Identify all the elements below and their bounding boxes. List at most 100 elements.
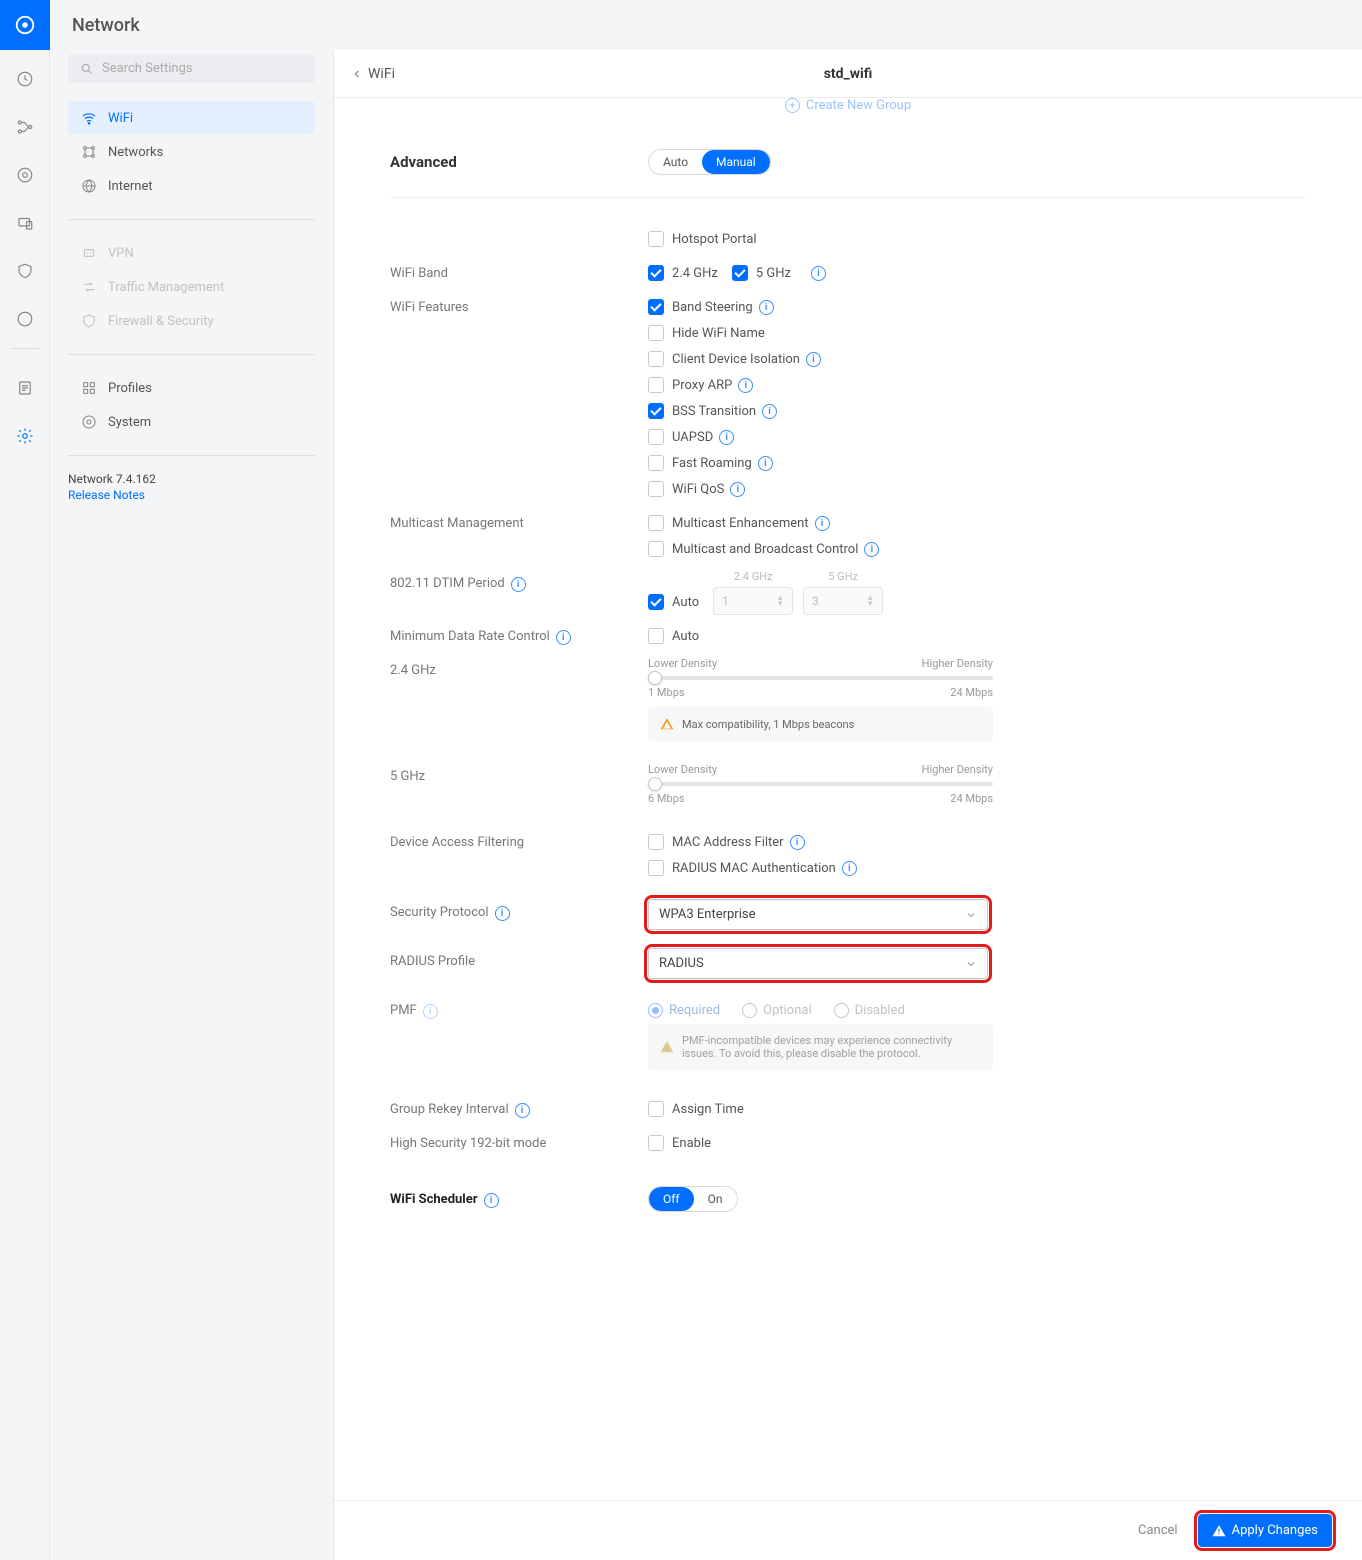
unifi-logo[interactable] <box>0 0 50 50</box>
chk-label: Hide WiFi Name <box>672 326 765 341</box>
info-icon[interactable]: i <box>515 1103 530 1118</box>
rail-settings-icon[interactable] <box>0 417 50 455</box>
info-icon[interactable]: i <box>790 835 805 850</box>
chk-feature-5[interactable]: UAPSDi <box>648 424 1306 450</box>
chk-daf-1[interactable]: RADIUS MAC Authenticationi <box>648 855 1306 881</box>
release-notes-link[interactable]: Release Notes <box>68 488 315 502</box>
row-sec-proto: Security Protocoli <box>390 899 648 921</box>
info-icon[interactable]: i <box>842 861 857 876</box>
apply-changes-button[interactable]: Apply Changes <box>1198 1514 1332 1547</box>
chevron-left-icon <box>352 69 362 79</box>
chk-label: Multicast and Broadcast Control <box>672 542 858 557</box>
info-icon[interactable]: i <box>738 378 753 393</box>
sidebar-item-internet[interactable]: Internet <box>68 169 315 203</box>
sidebar-item-label: Networks <box>108 145 163 160</box>
warning-icon <box>1212 1524 1226 1538</box>
settings-sidebar: Search Settings WiFi Networks Internet V… <box>50 50 333 1560</box>
rail-insights-icon[interactable] <box>0 300 50 338</box>
sidebar-item-firewall: Firewall & Security <box>68 304 315 338</box>
page-title: Network <box>50 0 1362 50</box>
chk-feature-7[interactable]: WiFi QoS i <box>648 476 1306 502</box>
dtim-24-input: 1▲▼ <box>713 587 793 615</box>
chk-daf-0[interactable]: MAC Address Filteri <box>648 829 1306 855</box>
dtim-hdr: 5 GHz <box>803 570 883 583</box>
slider-min: 6 Mbps <box>648 792 685 805</box>
rail-dashboard-icon[interactable] <box>0 60 50 98</box>
toggle-opt-off[interactable]: Off <box>649 1187 694 1211</box>
info-icon[interactable]: i <box>423 1004 438 1019</box>
info-icon[interactable]: i <box>762 404 777 419</box>
chk-feature-0[interactable]: Band Steeringi <box>648 294 1306 320</box>
search-input[interactable]: Search Settings <box>68 54 315 83</box>
chk-multicast-0[interactable]: Multicast Enhancementi <box>648 510 1306 536</box>
chk-minrate-auto[interactable]: Auto <box>648 623 1306 649</box>
info-icon[interactable]: i <box>495 906 510 921</box>
row-min-rate: Minimum Data Rate Controli <box>390 623 648 645</box>
slider-24ghz[interactable] <box>648 676 993 680</box>
info-icon[interactable]: i <box>484 1193 499 1208</box>
chk-multicast-1[interactable]: Multicast and Broadcast Control i <box>648 536 1306 562</box>
select-radius-profile[interactable]: RADIUS <box>648 948 988 979</box>
rail-clients-icon[interactable] <box>0 204 50 242</box>
chk-24ghz[interactable]: 2.4 GHz <box>648 260 718 286</box>
info-icon[interactable]: i <box>811 266 826 281</box>
advanced-mode-toggle[interactable]: Auto Manual <box>648 149 771 175</box>
slider-5ghz[interactable] <box>648 782 993 786</box>
rail-devices-icon[interactable] <box>0 156 50 194</box>
back-button[interactable]: WiFi <box>334 66 413 82</box>
chk-enable-192[interactable]: Enable <box>648 1130 1306 1156</box>
rail-topology-icon[interactable] <box>0 108 50 146</box>
chk-feature-2[interactable]: Client Device Isolationi <box>648 346 1306 372</box>
info-icon[interactable]: i <box>806 352 821 367</box>
chk-hotspot-portal[interactable]: Hotspot Portal <box>648 226 1306 252</box>
slider-min: 1 Mbps <box>648 686 685 699</box>
rail-logs-icon[interactable] <box>0 369 50 407</box>
sidebar-item-networks[interactable]: Networks <box>68 135 315 169</box>
sidebar-item-label: Firewall & Security <box>108 314 214 329</box>
row-wifi-features: WiFi Features <box>390 294 648 315</box>
sidebar-item-system[interactable]: System <box>68 405 315 439</box>
search-placeholder: Search Settings <box>102 61 193 76</box>
chk-feature-6[interactable]: Fast Roaming i <box>648 450 1306 476</box>
sidebar-item-profiles[interactable]: Profiles <box>68 371 315 405</box>
row-pmf: PMFi <box>390 997 648 1019</box>
chk-label: Hotspot Portal <box>672 232 757 247</box>
apply-label: Apply Changes <box>1232 1523 1318 1538</box>
scheduler-toggle[interactable]: Off On <box>648 1186 738 1212</box>
slider-max: 24 Mbps <box>950 686 993 699</box>
chk-label: WiFi QoS <box>672 482 724 497</box>
row-5ghz: 5 GHz <box>390 763 648 784</box>
chk-feature-4[interactable]: BSS Transitioni <box>648 398 1306 424</box>
info-icon[interactable]: i <box>556 630 571 645</box>
row-wifi-band: WiFi Band <box>390 260 648 281</box>
chk-feature-1[interactable]: Hide WiFi Name <box>648 320 1306 346</box>
chk-assign-time[interactable]: Assign Time <box>648 1096 1306 1122</box>
rail-security-icon[interactable] <box>0 252 50 290</box>
info-icon[interactable]: i <box>511 577 526 592</box>
sidebar-item-label: Internet <box>108 179 153 194</box>
chk-5ghz[interactable]: 5 GHz <box>732 260 791 286</box>
chk-label: Fast Roaming <box>672 456 752 471</box>
info-icon[interactable]: i <box>758 456 773 471</box>
radio-pmf-required: Required <box>648 1003 720 1018</box>
chk-feature-3[interactable]: Proxy ARPi <box>648 372 1306 398</box>
info-icon[interactable]: i <box>815 516 830 531</box>
chk-dtim-auto[interactable]: Auto <box>648 589 699 615</box>
sidebar-item-wifi[interactable]: WiFi <box>68 101 315 135</box>
select-security-protocol[interactable]: WPA3 Enterprise <box>648 899 988 930</box>
slider-lo: Lower Density <box>648 657 717 670</box>
chk-label: 5 GHz <box>756 266 791 281</box>
info-icon[interactable]: i <box>759 300 774 315</box>
cancel-button[interactable]: Cancel <box>1138 1523 1178 1538</box>
info-icon[interactable]: i <box>864 542 879 557</box>
create-group-link[interactable]: +Create New Group <box>785 98 911 113</box>
toggle-opt-manual[interactable]: Manual <box>702 150 770 174</box>
info-icon[interactable]: i <box>730 482 745 497</box>
toggle-opt-auto[interactable]: Auto <box>649 150 702 174</box>
info-icon[interactable]: i <box>719 430 734 445</box>
plus-icon: + <box>785 98 800 113</box>
toggle-opt-on[interactable]: On <box>694 1187 737 1211</box>
sidebar-item-label: WiFi <box>108 111 133 126</box>
sidebar-item-label: Profiles <box>108 381 152 396</box>
msg-24ghz: Max compatibility, 1 Mbps beacons <box>648 707 993 741</box>
